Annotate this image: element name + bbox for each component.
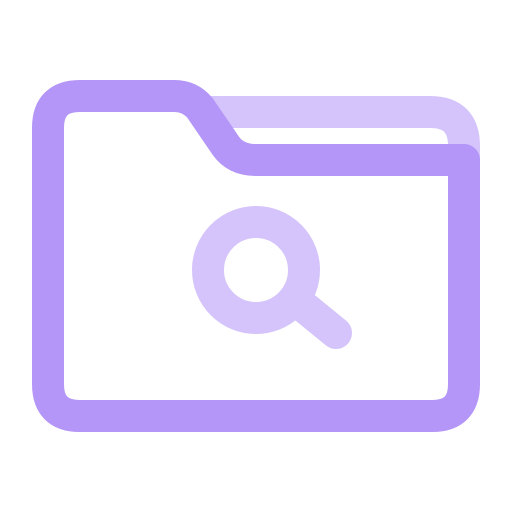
folder-outline: [32, 80, 480, 432]
magnifier-handle: [282, 286, 352, 349]
folder-search-icon-canvas: [0, 0, 512, 512]
folder-search-icon: [32, 80, 480, 432]
